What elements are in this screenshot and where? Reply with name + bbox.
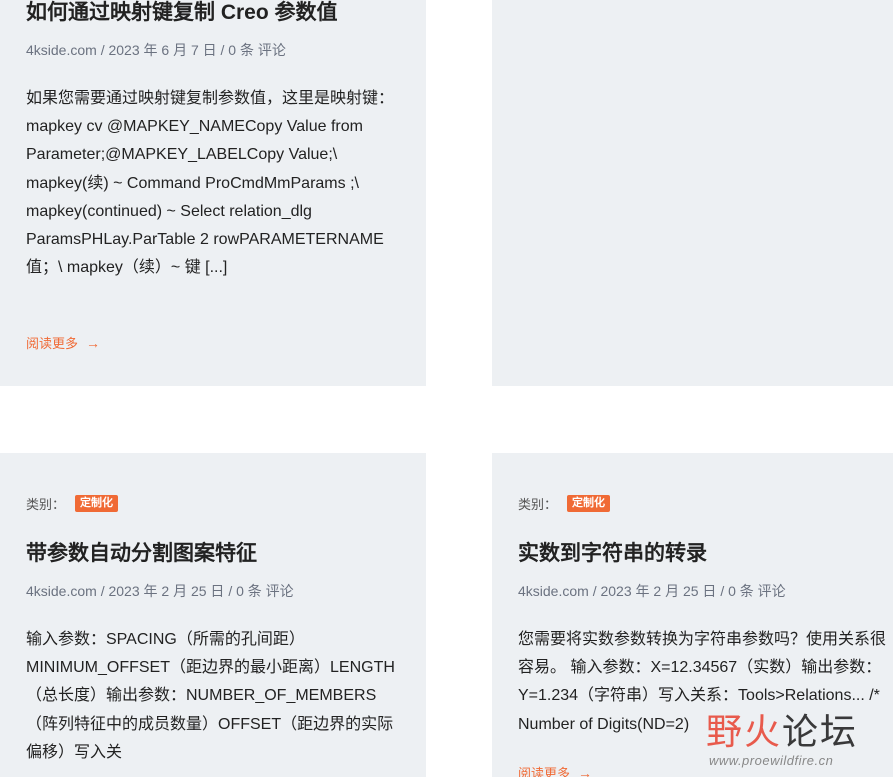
site-watermark: 野火论坛 www.proewildfire.cn [706, 712, 893, 777]
post-meta: 4kside.com / 2023 年 2 月 25 日 / 0 条 评论 [518, 583, 786, 599]
arrow-right-icon: → [578, 764, 593, 777]
post-excerpt: 如果您需要通过映射键复制参数值，这里是映射键：mapkey cv @MAPKEY… [26, 90, 395, 277]
read-more-label: 阅读更多 [26, 336, 79, 351]
post-meta: 4kside.com / 2023 年 2 月 25 日 / 0 条 评论 [26, 583, 294, 599]
post-card: 类别： 定制化 带参数自动分割图案特征 4kside.com / 2023 年 … [0, 453, 426, 777]
category-badge[interactable]: 定制化 [75, 495, 119, 512]
post-excerpt: 输入参数：SPACING（所需的孔间距）MINIMUM_OFFSET（距边界的最… [26, 631, 395, 761]
empty-card [492, 0, 893, 386]
post-card: 如何通过映射键复制 Creo 参数值 4kside.com / 2023 年 6… [0, 0, 426, 386]
category-label: 类别： [26, 497, 66, 512]
read-more-label: 阅读更多 [518, 766, 571, 777]
category-label: 类别： [518, 497, 558, 512]
watermark-url: www.proewildfire.cn [709, 753, 834, 768]
arrow-right-icon: → [86, 334, 101, 351]
read-more-link[interactable]: 阅读更多 → [26, 333, 412, 352]
category-row: 类别： 定制化 [518, 494, 879, 513]
post-title[interactable]: 实数到字符串的转录 [518, 540, 879, 568]
category-badge[interactable]: 定制化 [567, 495, 611, 512]
category-row: 类别： 定制化 [26, 494, 412, 513]
post-title[interactable]: 带参数自动分割图案特征 [26, 540, 412, 568]
post-title[interactable]: 如何通过映射键复制 Creo 参数值 [26, 0, 412, 27]
watermark-logo-text: 野火论坛 [706, 711, 859, 752]
post-meta: 4kside.com / 2023 年 6 月 7 日 / 0 条 评论 [26, 42, 286, 58]
